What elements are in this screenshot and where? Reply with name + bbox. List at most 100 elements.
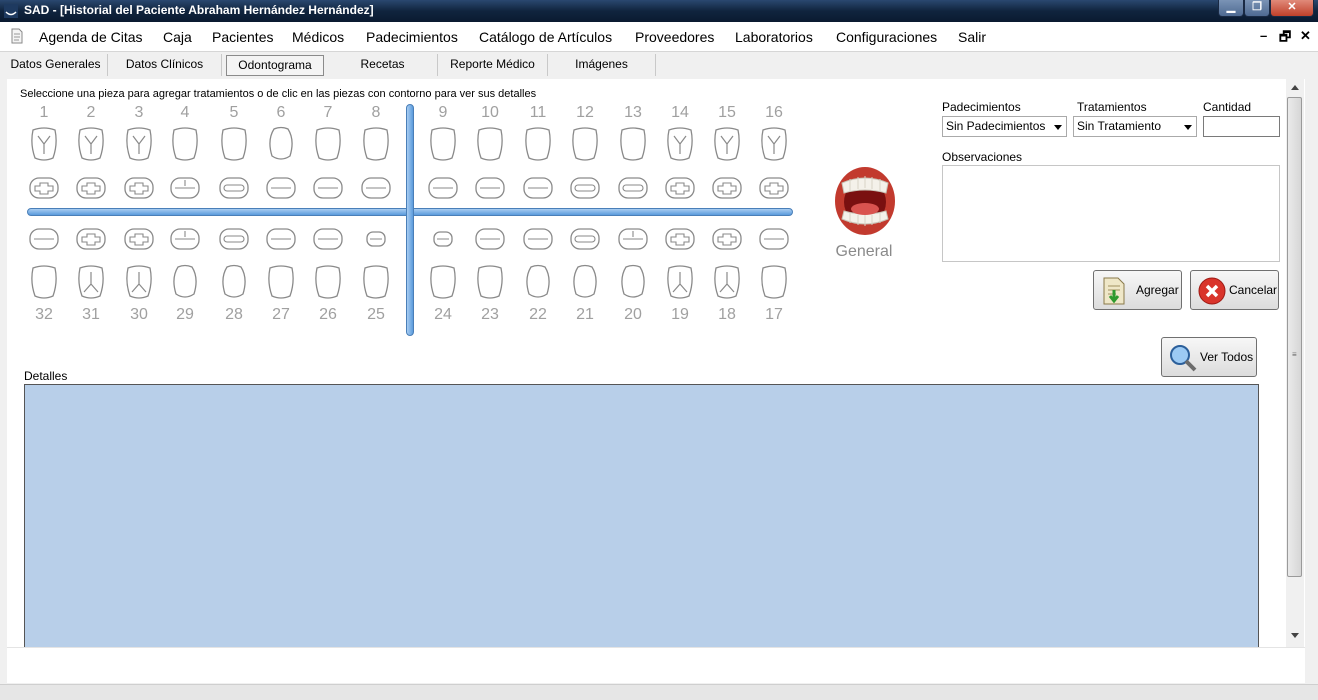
tooth-4-crown[interactable]	[170, 126, 200, 162]
tooth-8-surface[interactable]	[360, 174, 392, 202]
mdi-restore-button[interactable]: 🗗	[1279, 28, 1291, 50]
menu-laboratorios[interactable]: Laboratorios	[735, 29, 813, 45]
menu-configuraciones[interactable]: Configuraciones	[836, 29, 937, 45]
tooth-10-crown[interactable]	[475, 126, 505, 162]
tooth-30-surface[interactable]	[123, 225, 155, 253]
tooth-7-surface[interactable]	[312, 174, 344, 202]
tooth-11-surface[interactable]	[522, 174, 554, 202]
tooth-19-crown[interactable]	[665, 264, 695, 300]
tooth-9-crown[interactable]	[428, 126, 458, 162]
vertical-scrollbar[interactable]: ≡	[1286, 79, 1304, 647]
tooth-20-crown[interactable]	[618, 264, 648, 300]
tooth-6-surface[interactable]	[265, 174, 297, 202]
tooth-13-crown[interactable]	[618, 126, 648, 162]
tooth-21-crown[interactable]	[570, 264, 600, 300]
tab-datos-generales[interactable]: Datos Generales	[4, 54, 108, 76]
menu-medicos[interactable]: Médicos	[292, 29, 344, 45]
menu-agenda-de-citas[interactable]: Agenda de Citas	[39, 29, 143, 45]
cancelar-button[interactable]: Cancelar	[1190, 270, 1279, 310]
tooth-10-surface[interactable]	[474, 174, 506, 202]
cantidad-input[interactable]	[1203, 116, 1280, 137]
tooth-14-crown[interactable]	[665, 126, 695, 162]
tooth-26-surface[interactable]	[312, 225, 344, 253]
tooth-3-surface[interactable]	[123, 174, 155, 202]
tooth-8-crown[interactable]	[361, 126, 391, 162]
tooth-22-crown[interactable]	[523, 264, 553, 300]
general-mouth[interactable]	[830, 165, 900, 242]
tooth-2-surface[interactable]	[75, 174, 107, 202]
ver-todos-button[interactable]: Ver Todos	[1161, 337, 1257, 377]
scroll-down-icon[interactable]	[1291, 633, 1299, 638]
tab-reporte-medico[interactable]: Reporte Médico	[438, 54, 548, 76]
observaciones-textarea[interactable]	[942, 165, 1280, 262]
tooth-6-crown[interactable]	[266, 126, 296, 162]
tooth-28-crown[interactable]	[219, 264, 249, 300]
menu-salir[interactable]: Salir	[958, 29, 986, 45]
tooth-12-crown[interactable]	[570, 126, 600, 162]
document-icon[interactable]	[10, 28, 24, 44]
tooth-30-crown[interactable]	[124, 264, 154, 300]
tooth-17-surface[interactable]	[758, 225, 790, 253]
tooth-32-surface[interactable]	[28, 225, 60, 253]
tooth-32-crown[interactable]	[29, 264, 59, 300]
minimize-button[interactable]: ▁	[1218, 0, 1244, 17]
tratamientos-select[interactable]: Sin Tratamiento	[1073, 116, 1197, 137]
tooth-31-surface[interactable]	[75, 225, 107, 253]
tooth-20-surface[interactable]	[617, 225, 649, 253]
tooth-7-crown[interactable]	[313, 126, 343, 162]
tooth-31-crown[interactable]	[76, 264, 106, 300]
tooth-1-crown[interactable]	[29, 126, 59, 162]
tooth-27-crown[interactable]	[266, 264, 296, 300]
mdi-minimize-button[interactable]: –	[1260, 28, 1267, 43]
tooth-22-surface[interactable]	[522, 225, 554, 253]
close-button[interactable]: ✕	[1270, 0, 1314, 17]
tooth-5-crown[interactable]	[219, 126, 249, 162]
tooth-23-surface[interactable]	[474, 225, 506, 253]
tooth-18-surface[interactable]	[711, 225, 743, 253]
tooth-3-crown[interactable]	[124, 126, 154, 162]
tooth-25-surface[interactable]	[360, 225, 392, 253]
tooth-14-surface[interactable]	[664, 174, 696, 202]
tooth-15-surface[interactable]	[711, 174, 743, 202]
tooth-9-surface[interactable]	[427, 174, 459, 202]
tooth-1-surface[interactable]	[28, 174, 60, 202]
maximize-button[interactable]: ❐	[1244, 0, 1270, 17]
tooth-27-surface[interactable]	[265, 225, 297, 253]
menu-caja[interactable]: Caja	[163, 29, 192, 45]
tooth-4-surface[interactable]	[169, 174, 201, 202]
tooth-24-surface[interactable]	[427, 225, 459, 253]
tooth-11-crown[interactable]	[523, 126, 553, 162]
tooth-25-crown[interactable]	[361, 264, 391, 300]
menu-pacientes[interactable]: Pacientes	[212, 29, 273, 45]
tooth-17-crown[interactable]	[759, 264, 789, 300]
tab-datos-clinicos[interactable]: Datos Clínicos	[108, 54, 222, 76]
tooth-12-surface[interactable]	[569, 174, 601, 202]
tooth-19-surface[interactable]	[664, 225, 696, 253]
tooth-21-surface[interactable]	[569, 225, 601, 253]
tab-imagenes[interactable]: Imágenes	[548, 54, 656, 76]
tooth-18-crown[interactable]	[712, 264, 742, 300]
menu-proveedores[interactable]: Proveedores	[635, 29, 714, 45]
menu-catalogo-de-articulos[interactable]: Catálogo de Artículos	[479, 29, 612, 45]
tooth-29-crown[interactable]	[170, 264, 200, 300]
tooth-23-crown[interactable]	[475, 264, 505, 300]
agregar-button[interactable]: Agregar	[1093, 270, 1182, 310]
scroll-up-icon[interactable]	[1291, 85, 1299, 90]
tooth-26-crown[interactable]	[313, 264, 343, 300]
scroll-thumb[interactable]: ≡	[1287, 97, 1302, 577]
tooth-15-crown[interactable]	[712, 126, 742, 162]
menu-padecimientos[interactable]: Padecimientos	[366, 29, 458, 45]
padecimientos-select[interactable]: Sin Padecimientos	[942, 116, 1067, 137]
app-icon[interactable]	[4, 4, 18, 18]
tooth-13-surface[interactable]	[617, 174, 649, 202]
tooth-16-surface[interactable]	[758, 174, 790, 202]
tooth-16-crown[interactable]	[759, 126, 789, 162]
tooth-24-crown[interactable]	[428, 264, 458, 300]
tab-odontograma[interactable]: Odontograma	[226, 55, 324, 76]
tooth-29-surface[interactable]	[169, 225, 201, 253]
tooth-2-crown[interactable]	[76, 126, 106, 162]
tooth-28-surface[interactable]	[218, 225, 250, 253]
detalles-grid[interactable]	[24, 384, 1259, 647]
tab-recetas[interactable]: Recetas	[328, 54, 438, 76]
mdi-close-button[interactable]: ✕	[1300, 28, 1311, 44]
